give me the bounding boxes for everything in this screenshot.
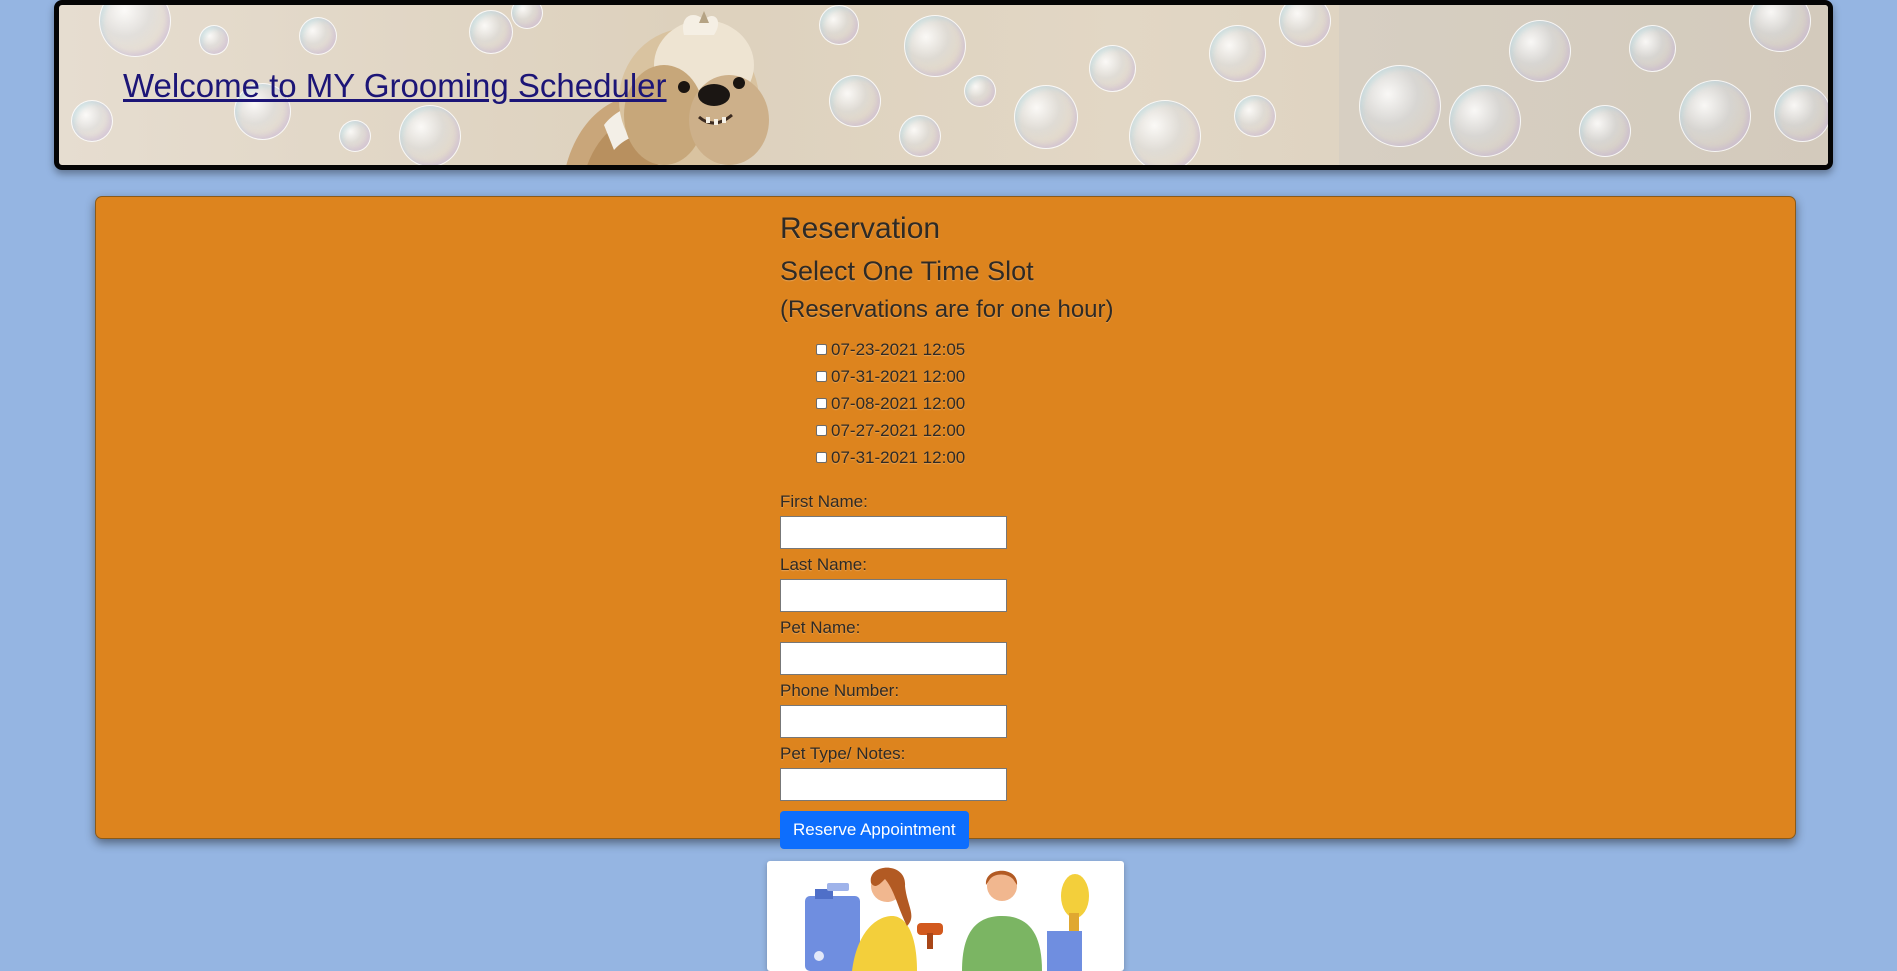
time-slot-checkbox[interactable] xyxy=(816,425,827,436)
last-name-field[interactable] xyxy=(780,579,1007,612)
bubble-icon xyxy=(1359,65,1441,147)
reservation-heading: Reservation xyxy=(780,212,941,245)
bubble-icon xyxy=(1209,25,1266,82)
time-slot-label: 07-31-2021 12:00 xyxy=(831,447,966,467)
time-slot-heading: Select One Time Slot xyxy=(780,256,1034,286)
pet-type-notes-field[interactable] xyxy=(780,768,1007,801)
time-slot-item[interactable]: 07-08-2021 12:00 xyxy=(816,390,1200,417)
header-banner: Welcome to MY Grooming Scheduler xyxy=(54,0,1833,170)
reservation-card: Reservation Select One Time Slot (Reserv… xyxy=(95,196,1796,849)
bubble-icon xyxy=(1234,95,1276,137)
bubble-icon xyxy=(339,120,371,152)
bubble-icon xyxy=(829,75,881,127)
time-slot-checkbox[interactable] xyxy=(816,344,827,355)
reserve-appointment-button[interactable]: Reserve Appointment xyxy=(780,811,969,849)
bubble-icon xyxy=(99,5,171,57)
bubble-icon xyxy=(1279,5,1331,47)
time-slot-item[interactable]: 07-31-2021 12:00 xyxy=(816,363,1200,390)
time-slot-label: 07-31-2021 12:00 xyxy=(831,366,966,386)
bubble-icon xyxy=(1449,85,1521,157)
contact-fields: First Name: Last Name: Pet Name: Phone N… xyxy=(780,492,1200,801)
bubble-icon xyxy=(899,115,941,157)
pet-type-notes-label: Pet Type/ Notes: xyxy=(780,744,906,763)
bubble-icon xyxy=(964,75,996,107)
pet-name-label: Pet Name: xyxy=(780,618,861,637)
bubble-icon xyxy=(1629,25,1676,72)
bubble-icon xyxy=(1774,85,1828,142)
bubble-icon xyxy=(819,5,859,45)
bubble-icon xyxy=(1014,85,1078,149)
last-name-label: Last Name: xyxy=(780,555,867,574)
bubble-icon xyxy=(399,105,461,165)
bubble-icon xyxy=(511,5,543,29)
time-slot-checkbox[interactable] xyxy=(816,371,827,382)
bubble-icon xyxy=(199,25,229,55)
first-name-field[interactable] xyxy=(780,516,1007,549)
time-slot-label: 07-08-2021 12:00 xyxy=(831,393,966,413)
time-slot-checkbox[interactable] xyxy=(816,398,827,409)
bubble-icon xyxy=(469,10,513,54)
bubble-icon xyxy=(1679,80,1751,152)
page-title-link[interactable]: Welcome to MY Grooming Scheduler xyxy=(123,67,667,105)
reservation-duration-note: (Reservations are for one hour) xyxy=(780,296,1114,323)
phone-number-label: Phone Number: xyxy=(780,681,900,700)
bubble-icon xyxy=(71,100,113,142)
reservation-form: Reservation Select One Time Slot (Reserv… xyxy=(780,209,1200,849)
time-slot-item[interactable]: 07-23-2021 12:05 xyxy=(816,336,1200,363)
time-slot-label: 07-27-2021 12:00 xyxy=(831,420,966,440)
time-slot-item[interactable]: 07-31-2021 12:00 xyxy=(816,444,1200,471)
bubble-icon xyxy=(1579,105,1631,157)
time-slot-item[interactable]: 07-27-2021 12:00 xyxy=(816,417,1200,444)
bubble-icon xyxy=(1129,100,1201,165)
first-name-label: First Name: xyxy=(780,492,868,511)
groomers-illustration xyxy=(767,861,1124,971)
time-slot-list: 07-23-2021 12:05 07-31-2021 12:00 07-08-… xyxy=(816,336,1200,471)
bubble-icon xyxy=(904,15,966,77)
time-slot-checkbox[interactable] xyxy=(816,452,827,463)
bubble-icon xyxy=(1509,20,1571,82)
bubble-icon xyxy=(299,17,337,55)
time-slot-label: 07-23-2021 12:05 xyxy=(831,339,966,359)
bubble-icon xyxy=(1089,45,1136,92)
pet-name-field[interactable] xyxy=(780,642,1007,675)
pet-groomers-illustration-icon xyxy=(805,867,1089,971)
phone-number-field[interactable] xyxy=(780,705,1007,738)
